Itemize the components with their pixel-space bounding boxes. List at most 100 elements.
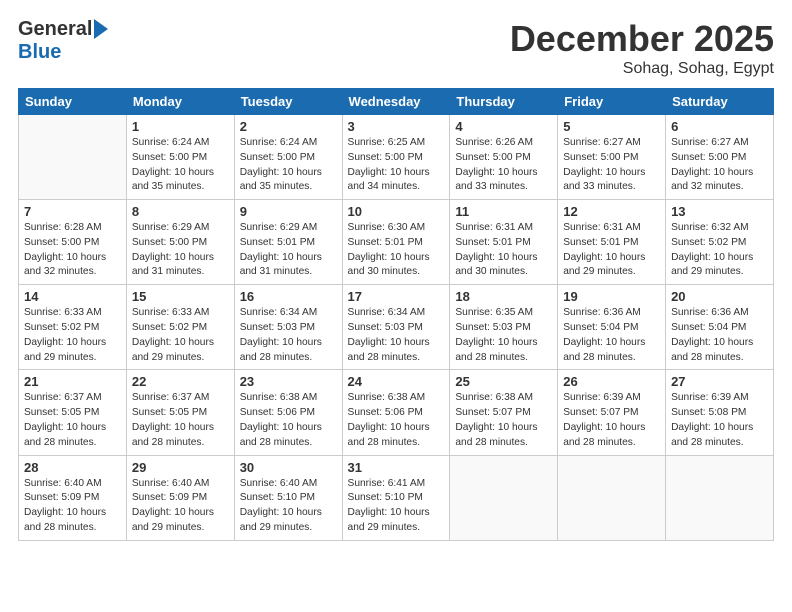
day-number: 15: [132, 289, 229, 304]
day-number: 5: [563, 119, 660, 134]
calendar-week-2: 7 Sunrise: 6:28 AMSunset: 5:00 PMDaylight…: [19, 200, 774, 285]
calendar-week-1: 1 Sunrise: 6:24 AMSunset: 5:00 PMDaylight…: [19, 115, 774, 200]
logo: General Blue: [18, 18, 108, 64]
calendar-cell: 15 Sunrise: 6:33 AMSunset: 5:02 PMDayligh…: [126, 285, 234, 370]
calendar-cell: [450, 455, 558, 540]
calendar-cell: 3 Sunrise: 6:25 AMSunset: 5:00 PMDaylight…: [342, 115, 450, 200]
calendar-week-3: 14 Sunrise: 6:33 AMSunset: 5:02 PMDayligh…: [19, 285, 774, 370]
calendar-cell: 7 Sunrise: 6:28 AMSunset: 5:00 PMDaylight…: [19, 200, 127, 285]
day-number: 8: [132, 204, 229, 219]
day-info: Sunrise: 6:37 AMSunset: 5:05 PMDaylight:…: [132, 391, 229, 450]
day-info: Sunrise: 6:40 AMSunset: 5:09 PMDaylight:…: [24, 477, 121, 536]
day-number: 12: [563, 204, 660, 219]
day-number: 16: [240, 289, 337, 304]
day-info: Sunrise: 6:32 AMSunset: 5:02 PMDaylight:…: [671, 221, 768, 280]
calendar-cell: 16 Sunrise: 6:34 AMSunset: 5:03 PMDayligh…: [234, 285, 342, 370]
day-info: Sunrise: 6:34 AMSunset: 5:03 PMDaylight:…: [240, 306, 337, 365]
day-number: 24: [348, 374, 445, 389]
day-number: 23: [240, 374, 337, 389]
day-number: 7: [24, 204, 121, 219]
day-number: 26: [563, 374, 660, 389]
day-number: 1: [132, 119, 229, 134]
calendar-cell: 9Sunrise: 6:29 AMSunset: 5:01 PMDaylight…: [234, 200, 342, 285]
day-info: Sunrise: 6:31 AMSunset: 5:01 PMDaylight:…: [563, 221, 660, 280]
day-number: 21: [24, 374, 121, 389]
day-info: Sunrise: 6:38 AMSunset: 5:07 PMDaylight:…: [455, 391, 552, 450]
day-info: Sunrise: 6:26 AMSunset: 5:00 PMDaylight:…: [455, 136, 552, 195]
day-info: Sunrise: 6:31 AMSunset: 5:01 PMDaylight:…: [455, 221, 552, 280]
day-info: Sunrise: 6:41 AMSunset: 5:10 PMDaylight:…: [348, 477, 445, 536]
day-info: Sunrise: 6:27 AMSunset: 5:00 PMDaylight:…: [563, 136, 660, 195]
calendar-cell: [558, 455, 666, 540]
day-info: Sunrise: 6:29 AMSunset: 5:00 PMDaylight:…: [132, 221, 229, 280]
day-number: 29: [132, 460, 229, 475]
calendar-cell: 23Sunrise: 6:38 AMSunset: 5:06 PMDayligh…: [234, 370, 342, 455]
calendar-cell: [19, 115, 127, 200]
day-number: 14: [24, 289, 121, 304]
calendar-cell: 4Sunrise: 6:26 AMSunset: 5:00 PMDaylight…: [450, 115, 558, 200]
day-number: 6: [671, 119, 768, 134]
calendar-cell: 2Sunrise: 6:24 AMSunset: 5:00 PMDaylight…: [234, 115, 342, 200]
calendar-cell: 11 Sunrise: 6:31 AMSunset: 5:01 PMDayligh…: [450, 200, 558, 285]
calendar-cell: 31Sunrise: 6:41 AMSunset: 5:10 PMDayligh…: [342, 455, 450, 540]
day-info: Sunrise: 6:36 AMSunset: 5:04 PMDaylight:…: [563, 306, 660, 365]
calendar-week-5: 28Sunrise: 6:40 AMSunset: 5:09 PMDayligh…: [19, 455, 774, 540]
day-number: 3: [348, 119, 445, 134]
logo-text: General: [18, 18, 108, 41]
day-number: 25: [455, 374, 552, 389]
calendar-week-4: 21 Sunrise: 6:37 AMSunset: 5:05 PMDayligh…: [19, 370, 774, 455]
calendar-cell: 10Sunrise: 6:30 AMSunset: 5:01 PMDayligh…: [342, 200, 450, 285]
day-info: Sunrise: 6:39 AMSunset: 5:08 PMDaylight:…: [671, 391, 768, 450]
calendar-cell: 12 Sunrise: 6:31 AMSunset: 5:01 PMDayligh…: [558, 200, 666, 285]
calendar-cell: 24 Sunrise: 6:38 AMSunset: 5:06 PMDayligh…: [342, 370, 450, 455]
day-info: Sunrise: 6:24 AMSunset: 5:00 PMDaylight:…: [240, 136, 337, 195]
calendar-cell: 19 Sunrise: 6:36 AMSunset: 5:04 PMDayligh…: [558, 285, 666, 370]
logo-general: General: [18, 18, 92, 41]
weekday-header-row: SundayMondayTuesdayWednesdayThursdayFrid…: [19, 89, 774, 115]
weekday-header-wednesday: Wednesday: [342, 89, 450, 115]
day-info: Sunrise: 6:34 AMSunset: 5:03 PMDaylight:…: [348, 306, 445, 365]
day-number: 17: [348, 289, 445, 304]
day-info: Sunrise: 6:28 AMSunset: 5:00 PMDaylight:…: [24, 221, 121, 280]
calendar-cell: 28Sunrise: 6:40 AMSunset: 5:09 PMDayligh…: [19, 455, 127, 540]
weekday-header-monday: Monday: [126, 89, 234, 115]
day-info: Sunrise: 6:33 AMSunset: 5:02 PMDaylight:…: [132, 306, 229, 365]
logo-arrow-icon: [94, 19, 108, 39]
weekday-header-sunday: Sunday: [19, 89, 127, 115]
day-number: 10: [348, 204, 445, 219]
day-info: Sunrise: 6:38 AMSunset: 5:06 PMDaylight:…: [348, 391, 445, 450]
day-number: 11: [455, 204, 552, 219]
calendar-cell: 14Sunrise: 6:33 AMSunset: 5:02 PMDayligh…: [19, 285, 127, 370]
calendar-cell: 26Sunrise: 6:39 AMSunset: 5:07 PMDayligh…: [558, 370, 666, 455]
calendar-cell: 18 Sunrise: 6:35 AMSunset: 5:03 PMDayligh…: [450, 285, 558, 370]
day-number: 18: [455, 289, 552, 304]
location: Sohag, Sohag, Egypt: [510, 60, 774, 78]
day-number: 22: [132, 374, 229, 389]
calendar-cell: [666, 455, 774, 540]
day-info: Sunrise: 6:35 AMSunset: 5:03 PMDaylight:…: [455, 306, 552, 365]
day-number: 30: [240, 460, 337, 475]
weekday-header-saturday: Saturday: [666, 89, 774, 115]
title-section: December 2025 Sohag, Sohag, Egypt: [510, 18, 774, 78]
calendar-cell: 17 Sunrise: 6:34 AMSunset: 5:03 PMDayligh…: [342, 285, 450, 370]
day-number: 19: [563, 289, 660, 304]
calendar-cell: 29 Sunrise: 6:40 AMSunset: 5:09 PMDayligh…: [126, 455, 234, 540]
day-info: Sunrise: 6:40 AMSunset: 5:09 PMDaylight:…: [132, 477, 229, 536]
day-info: Sunrise: 6:24 AMSunset: 5:00 PMDaylight:…: [132, 136, 229, 195]
weekday-header-thursday: Thursday: [450, 89, 558, 115]
day-info: Sunrise: 6:27 AMSunset: 5:00 PMDaylight:…: [671, 136, 768, 195]
calendar-cell: 30 Sunrise: 6:40 AMSunset: 5:10 PMDayligh…: [234, 455, 342, 540]
weekday-header-friday: Friday: [558, 89, 666, 115]
page-container: General Blue December 2025 Sohag, Sohag,…: [0, 0, 792, 551]
day-number: 27: [671, 374, 768, 389]
calendar-cell: 21Sunrise: 6:37 AMSunset: 5:05 PMDayligh…: [19, 370, 127, 455]
calendar-cell: 20Sunrise: 6:36 AMSunset: 5:04 PMDayligh…: [666, 285, 774, 370]
calendar-cell: 13Sunrise: 6:32 AMSunset: 5:02 PMDayligh…: [666, 200, 774, 285]
calendar-table: SundayMondayTuesdayWednesdayThursdayFrid…: [18, 88, 774, 541]
logo-blue: Blue: [18, 41, 61, 64]
calendar-cell: 22 Sunrise: 6:37 AMSunset: 5:05 PMDayligh…: [126, 370, 234, 455]
day-info: Sunrise: 6:29 AMSunset: 5:01 PMDaylight:…: [240, 221, 337, 280]
month-title: December 2025: [510, 18, 774, 60]
day-info: Sunrise: 6:40 AMSunset: 5:10 PMDaylight:…: [240, 477, 337, 536]
day-info: Sunrise: 6:25 AMSunset: 5:00 PMDaylight:…: [348, 136, 445, 195]
